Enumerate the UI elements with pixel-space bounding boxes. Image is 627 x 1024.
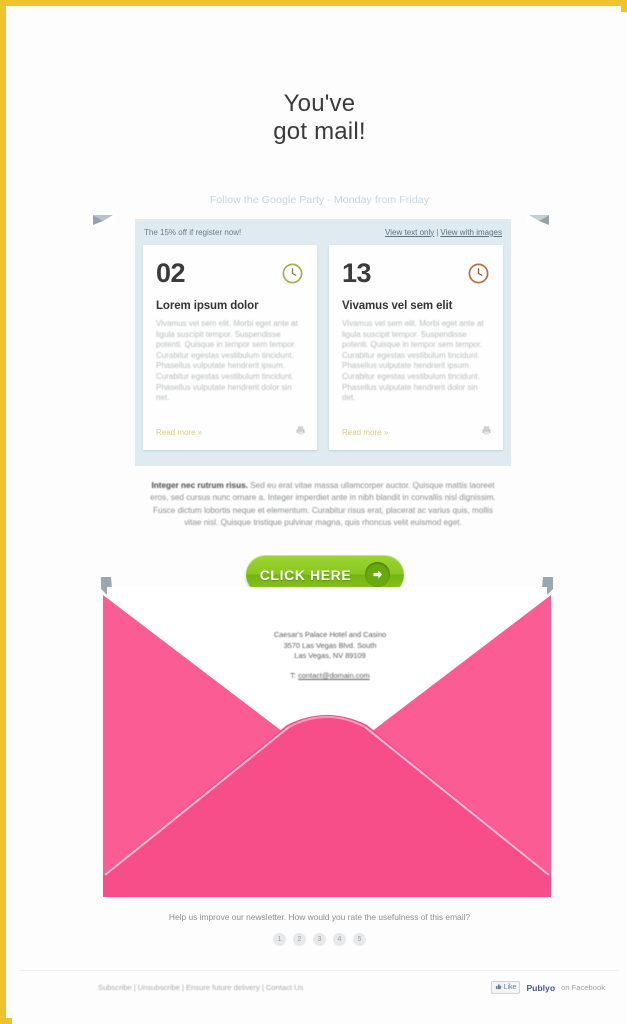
corner-ribbon-left-icon bbox=[91, 212, 115, 228]
rating-question: Help us improve our newsletter. How woul… bbox=[168, 912, 471, 922]
thumbs-up-icon bbox=[495, 983, 502, 992]
email-header: You've got mail! bbox=[12, 90, 627, 146]
view-text-only-link[interactable]: View text only bbox=[385, 228, 434, 237]
footer-divider bbox=[20, 970, 619, 971]
footer-link-subscribe[interactable]: Subscribe bbox=[98, 983, 132, 992]
rating-option-1[interactable]: 1 bbox=[273, 933, 286, 946]
printer-icon[interactable] bbox=[481, 423, 492, 441]
card-top-row: 13 bbox=[342, 259, 490, 288]
facebook-like-label: Like bbox=[503, 984, 517, 991]
content-panel: The 15% off if register now! View text o… bbox=[135, 219, 511, 466]
article-card[interactable]: 13 Vivamus vel sem elit Vivamus vel sem … bbox=[329, 245, 503, 450]
facebook-social-area: Like Publyo on Facebook bbox=[490, 981, 605, 994]
card-heading: Vivamus vel sem elit bbox=[342, 300, 453, 312]
footer-links: Subscribe | Unsubscribe | Ensure future deli… bbox=[98, 983, 303, 992]
card-footer: Read more » bbox=[156, 423, 306, 441]
envelope-address-block: Caesar's Palace Hotel and Casino 3570 La… bbox=[230, 630, 430, 681]
clock-icon bbox=[281, 262, 304, 285]
contact-email-link[interactable]: contact@domain.com bbox=[298, 671, 370, 680]
read-more-link[interactable]: Read more » bbox=[156, 428, 202, 437]
card-body-text: Vivamus vel sem elit. Morbi eget ante at… bbox=[342, 319, 484, 403]
clock-icon bbox=[467, 262, 490, 285]
address-line-3: Las Vegas, NV 89109 bbox=[294, 651, 366, 661]
contact-email-line: T: contact@domain.com bbox=[230, 671, 430, 682]
title-line-1: You've bbox=[283, 90, 356, 117]
intro-paragraph: Integer nec rutrum risus. Sed eu erat vi… bbox=[145, 480, 501, 530]
email-footer: Subscribe | Unsubscribe | Ensure future deli… bbox=[12, 978, 627, 1012]
card-footer: Read more » bbox=[342, 423, 492, 441]
facebook-like-button[interactable]: Like bbox=[490, 981, 521, 994]
view-with-images-link[interactable]: View with images bbox=[440, 228, 502, 237]
brand-name[interactable]: Publyo bbox=[526, 983, 555, 993]
view-options: View text only | View with images bbox=[385, 228, 502, 237]
intro-paragraph-bold: Integer nec rutrum risus. bbox=[151, 481, 248, 490]
rating-option-5[interactable]: 5 bbox=[353, 933, 366, 946]
card-list: 02 Lorem ipsum dolor Vivamus vel sem eli… bbox=[135, 245, 511, 450]
email-body: You've got mail! Follow the Google Party… bbox=[12, 12, 627, 1024]
address-line-1: Caesar's Palace Hotel and Casino bbox=[273, 630, 387, 639]
facebook-tail-text: on Facebook bbox=[561, 983, 605, 992]
preheader-text: Follow the Google Party - Monday from Fr… bbox=[209, 194, 430, 206]
article-card[interactable]: 02 Lorem ipsum dolor Vivamus vel sem eli… bbox=[143, 245, 317, 450]
printer-icon[interactable] bbox=[295, 423, 306, 441]
rating-option-3[interactable]: 3 bbox=[313, 933, 326, 946]
card-heading: Lorem ipsum dolor bbox=[156, 300, 259, 312]
promo-text: The 15% off if register now! bbox=[144, 227, 242, 237]
rating-options: 1 2 3 4 5 bbox=[12, 933, 627, 946]
title-line-2: got mail! bbox=[273, 118, 366, 145]
corner-ribbon-right-icon bbox=[527, 212, 551, 228]
card-body-text: Vivamus vel sem elit. Morbi eget ante at… bbox=[156, 319, 298, 403]
card-number: 13 bbox=[342, 258, 372, 288]
email-prefix: T: bbox=[290, 670, 299, 680]
panel-utility-bar: The 15% off if register now! View text o… bbox=[135, 219, 511, 245]
footer-link-ensure-delivery[interactable]: Ensure future delivery bbox=[186, 983, 260, 992]
card-number: 02 bbox=[156, 258, 186, 288]
read-more-link[interactable]: Read more » bbox=[342, 428, 388, 437]
envelope-graphic bbox=[97, 575, 557, 900]
email-frame: You've got mail! Follow the Google Party… bbox=[0, 0, 627, 1024]
address-line-2: 3570 Las Vegas Blvd. South bbox=[283, 640, 377, 650]
rating-option-2[interactable]: 2 bbox=[293, 933, 306, 946]
card-top-row: 02 bbox=[156, 259, 304, 288]
footer-link-contact-us[interactable]: Contact Us bbox=[266, 983, 304, 992]
rating-option-4[interactable]: 4 bbox=[333, 933, 346, 946]
page-title: You've got mail! bbox=[12, 90, 627, 146]
footer-link-unsubscribe[interactable]: Unsubscribe bbox=[138, 983, 180, 992]
